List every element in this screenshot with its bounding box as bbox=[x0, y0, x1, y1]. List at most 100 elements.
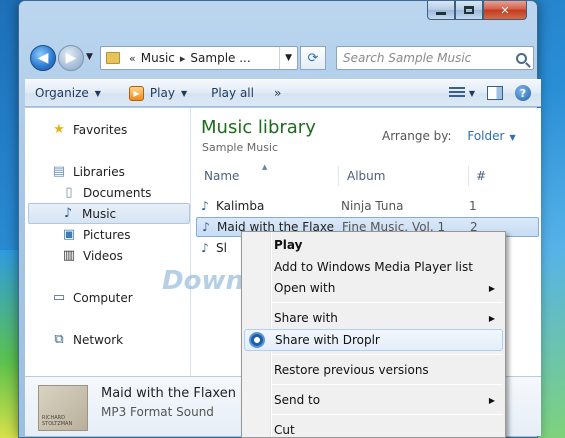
search-input[interactable]: Search Sample Music bbox=[336, 46, 534, 70]
refresh-button[interactable]: ⟳ bbox=[300, 46, 326, 70]
file-number: 1 bbox=[469, 199, 477, 213]
column-header-number[interactable]: # bbox=[476, 169, 486, 183]
nav-label: Network bbox=[73, 332, 124, 347]
nav-item-network[interactable]: ⧉ Network bbox=[51, 329, 123, 350]
details-type: MP3 Format Sound bbox=[101, 405, 214, 419]
menu-item-share-with-droplr[interactable]: Share with Droplr bbox=[244, 329, 503, 351]
column-header-album[interactable]: Album bbox=[347, 169, 385, 183]
libraries-icon: ▤ bbox=[52, 164, 66, 179]
arrange-by: Arrange by: Folder ▼ bbox=[382, 129, 516, 143]
search-placeholder: Search Sample Music bbox=[343, 51, 472, 65]
context-menu: Play Add to Windows Media Player list Op… bbox=[241, 231, 506, 438]
menu-item-label: Share with Droplr bbox=[275, 333, 380, 347]
column-divider[interactable] bbox=[468, 166, 469, 186]
menu-item-send-to[interactable]: Send to ▶ bbox=[244, 389, 503, 411]
nav-item-favorites[interactable]: ★ Favorites bbox=[51, 119, 127, 140]
menu-item-label: Play bbox=[274, 238, 303, 252]
maximize-button[interactable] bbox=[455, 1, 483, 20]
audio-file-icon: ♪ bbox=[201, 241, 209, 255]
audio-file-icon: ♪ bbox=[202, 220, 210, 234]
documents-icon: ▯ bbox=[65, 185, 73, 200]
menu-separator bbox=[272, 384, 503, 385]
breadcrumb-overflow[interactable]: « bbox=[129, 52, 136, 65]
table-row[interactable]: ♪ Kalimba Ninja Tuna 1 bbox=[196, 196, 539, 216]
nav-item-videos[interactable]: ▥ Videos bbox=[61, 245, 123, 266]
menu-separator bbox=[272, 354, 503, 355]
play-label: Play bbox=[149, 86, 175, 100]
maximize-icon bbox=[464, 6, 474, 14]
breadcrumb-music[interactable]: Music bbox=[141, 51, 175, 65]
close-icon: ✕ bbox=[500, 3, 510, 17]
play-all-button[interactable]: Play all bbox=[197, 80, 264, 106]
minimize-icon bbox=[436, 11, 446, 15]
nav-label: Music bbox=[82, 206, 117, 221]
file-name: Kalimba bbox=[216, 199, 265, 213]
nav-label: Libraries bbox=[73, 164, 125, 179]
menu-item-cut[interactable]: Cut bbox=[244, 419, 503, 438]
chevron-down-icon: ▼ bbox=[180, 88, 188, 98]
back-button[interactable]: ◀ bbox=[30, 45, 56, 71]
menu-item-share-with[interactable]: Share with ▶ bbox=[244, 307, 503, 329]
droplr-icon bbox=[249, 332, 265, 348]
menu-item-label: Share with bbox=[274, 311, 338, 325]
pictures-icon: ▣ bbox=[62, 227, 76, 242]
column-header-name[interactable]: Name bbox=[204, 169, 239, 183]
menu-item-label: Cut bbox=[274, 423, 295, 437]
menu-separator bbox=[272, 414, 503, 415]
recent-pages-dropdown[interactable]: ▼ bbox=[86, 52, 93, 62]
menu-item-label: Send to bbox=[274, 393, 321, 407]
minimize-button[interactable] bbox=[427, 1, 455, 20]
menu-item-open-with[interactable]: Open with ▶ bbox=[244, 277, 503, 299]
search-icon[interactable] bbox=[516, 52, 527, 64]
nav-item-documents[interactable]: ▯ Documents bbox=[61, 182, 151, 203]
nav-label: Pictures bbox=[83, 227, 131, 242]
menu-item-play[interactable]: Play bbox=[244, 234, 503, 256]
nav-item-computer[interactable]: ▭ Computer bbox=[51, 287, 133, 308]
arrange-by-dropdown[interactable]: Folder ▼ bbox=[467, 129, 515, 143]
address-dropdown-icon[interactable]: ▼ bbox=[279, 47, 297, 69]
thumbnail-text: RICHARD STOLTZMAN bbox=[42, 415, 73, 427]
menu-item-label: Add to Windows Media Player list bbox=[274, 260, 473, 274]
album-art-thumbnail: RICHARD STOLTZMAN bbox=[38, 385, 88, 431]
folder-icon bbox=[106, 52, 120, 64]
nav-label: Documents bbox=[83, 185, 152, 200]
submenu-arrow-icon: ▶ bbox=[488, 313, 495, 323]
more-commands-button[interactable]: » bbox=[264, 80, 291, 106]
refresh-icon: ⟳ bbox=[307, 50, 319, 66]
network-icon: ⧉ bbox=[54, 332, 64, 347]
organize-button[interactable]: Organize ▼ bbox=[25, 80, 111, 106]
library-title: Music library bbox=[201, 117, 316, 138]
play-all-label: Play all bbox=[211, 86, 254, 100]
more-icon: » bbox=[273, 86, 282, 100]
menu-item-add-to-wmp-list[interactable]: Add to Windows Media Player list bbox=[244, 256, 503, 278]
breadcrumb-separator-icon[interactable]: ▸ bbox=[180, 52, 186, 65]
nav-item-libraries[interactable]: ▤ Libraries bbox=[51, 161, 125, 182]
column-divider[interactable] bbox=[338, 166, 339, 186]
navigation-row: ◀ ▶ ▼ « Music ▸ Sample ... ▼ ⟳ Search Sa… bbox=[30, 44, 559, 72]
computer-icon: ▭ bbox=[52, 290, 66, 305]
menu-item-label: Restore previous versions bbox=[274, 363, 429, 377]
menu-item-restore-previous-versions[interactable]: Restore previous versions bbox=[244, 359, 503, 381]
film-icon: ▥ bbox=[62, 248, 76, 263]
nav-item-music[interactable]: ♪ Music bbox=[28, 203, 190, 224]
breadcrumb-sample[interactable]: Sample ... bbox=[190, 51, 250, 65]
menu-separator bbox=[272, 302, 503, 303]
help-icon[interactable]: ? bbox=[515, 85, 531, 101]
audio-file-icon: ♪ bbox=[201, 199, 209, 213]
forward-button[interactable]: ▶ bbox=[58, 45, 84, 71]
chevron-down-icon: ▼ bbox=[94, 88, 101, 98]
play-button[interactable]: ▶ Play ▼ bbox=[111, 80, 197, 106]
submenu-arrow-icon: ▶ bbox=[488, 283, 495, 293]
close-button[interactable]: ✕ bbox=[483, 1, 527, 20]
change-view-icon[interactable] bbox=[448, 87, 465, 99]
view-options-chevron-icon[interactable]: ▼ bbox=[469, 89, 475, 98]
play-icon: ▶ bbox=[128, 85, 144, 101]
details-title: Maid with the Flaxen H bbox=[101, 386, 250, 401]
menu-item-label: Open with bbox=[274, 281, 336, 295]
back-arrow-icon: ◀ bbox=[37, 50, 49, 66]
nav-label: Computer bbox=[73, 290, 133, 305]
nav-item-pictures[interactable]: ▣ Pictures bbox=[61, 224, 131, 245]
music-note-icon: ♪ bbox=[63, 206, 73, 221]
preview-pane-icon[interactable] bbox=[487, 86, 503, 100]
address-bar[interactable]: « Music ▸ Sample ... ▼ bbox=[100, 46, 298, 70]
